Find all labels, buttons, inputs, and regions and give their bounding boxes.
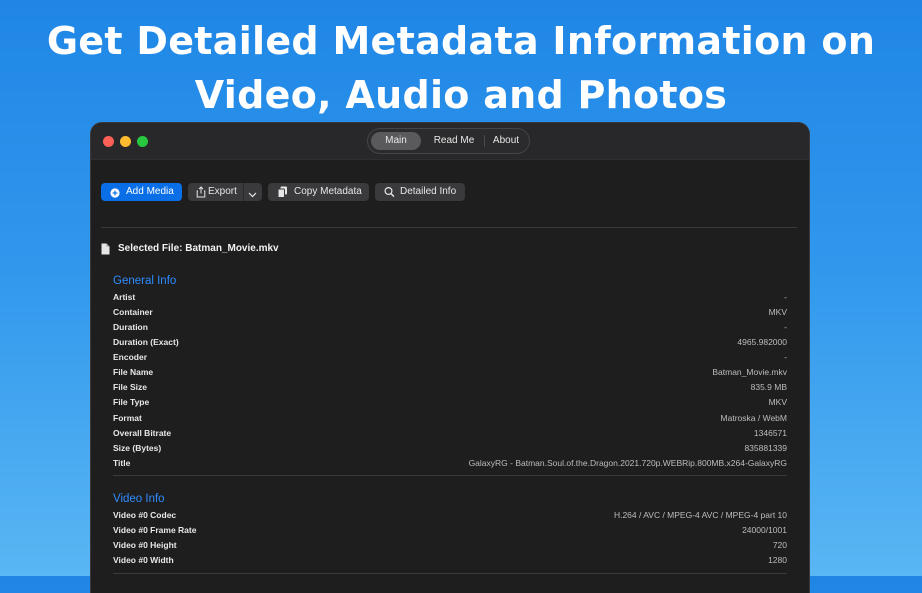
- magnifying-glass-icon: [384, 186, 395, 205]
- table-row: Duration -: [113, 320, 787, 335]
- row-key: Format: [113, 413, 142, 423]
- table-row: Format Matroska / WebM: [113, 411, 787, 426]
- export-divider: [243, 183, 244, 201]
- row-key: File Name: [113, 367, 154, 377]
- table-row: Video #0 Frame Rate 24000/1001: [113, 523, 787, 538]
- table-row: Title GalaxyRG - Batman.Soul.of.the.Drago…: [113, 456, 787, 471]
- row-key: Duration: [113, 322, 148, 332]
- row-value: Matroska / WebM: [720, 413, 787, 423]
- row-key: Video #0 Frame Rate: [113, 525, 197, 535]
- row-value: MKV: [768, 307, 787, 317]
- chevron-down-icon[interactable]: [248, 188, 257, 206]
- row-value: Batman_Movie.mkv: [712, 367, 787, 377]
- table-row: File Size 835.9 MB: [113, 380, 787, 395]
- table-row: Video #0 Codec H.264 / AVC / MPEG-4 AVC /…: [113, 508, 787, 523]
- table-row: File Name Batman_Movie.mkv: [113, 365, 787, 380]
- close-window-button[interactable]: [103, 136, 114, 147]
- tab-main[interactable]: Main: [371, 132, 421, 150]
- minimize-window-button[interactable]: [120, 136, 131, 147]
- row-key: Title: [113, 458, 131, 468]
- row-value: -: [784, 322, 787, 332]
- detailed-info-button[interactable]: Detailed Info: [375, 183, 465, 201]
- row-value: -: [784, 352, 787, 362]
- headline-line-2: Video, Audio and Photos: [194, 73, 728, 117]
- add-media-label: Add Media: [126, 186, 174, 197]
- copy-metadata-label: Copy Metadata: [294, 186, 362, 197]
- row-key: Video #0 Codec: [113, 510, 177, 520]
- selected-file-label: Selected File: Batman_Movie.mkv: [118, 243, 279, 254]
- row-key: File Type: [113, 397, 150, 407]
- row-key: Duration (Exact): [113, 337, 179, 347]
- row-key: Overall Bitrate: [113, 428, 172, 438]
- tab-read-me[interactable]: Read Me: [424, 132, 484, 150]
- copy-metadata-button[interactable]: Copy Metadata: [268, 183, 369, 201]
- table-row: Artist -: [113, 290, 787, 305]
- share-icon: [196, 186, 206, 205]
- row-value: H.264 / AVC / MPEG-4 AVC / MPEG-4 part 1…: [613, 510, 787, 520]
- copy-document-icon: [277, 186, 288, 205]
- row-key: Encoder: [113, 352, 148, 362]
- row-key: Size (Bytes): [113, 443, 162, 453]
- table-row: Encoder -: [113, 350, 787, 365]
- video-info-title: Video Info: [113, 493, 165, 505]
- view-tab-control: Main Read Me About: [367, 128, 530, 154]
- toolbar-separator: [101, 227, 797, 228]
- table-row: File Type MKV: [113, 395, 787, 410]
- export-label: Export: [208, 186, 237, 197]
- table-row: Video #0 Height 720: [113, 538, 787, 553]
- table-row: Container MKV: [113, 305, 787, 320]
- row-key: File Size: [113, 382, 148, 392]
- title-bar: Main Read Me About: [91, 123, 809, 160]
- row-key: Video #0 Height: [113, 540, 177, 550]
- row-value: 835.9 MB: [750, 382, 787, 392]
- export-button[interactable]: Export: [188, 183, 262, 201]
- add-media-button[interactable]: Add Media: [101, 183, 182, 201]
- row-value: 1346571: [753, 428, 787, 438]
- document-icon: [101, 242, 110, 258]
- row-key: Artist: [113, 292, 136, 302]
- row-value: MKV: [768, 397, 787, 407]
- headline-line-1: Get Detailed Metadata Information on: [46, 19, 876, 63]
- row-value: 4965.982000: [737, 337, 787, 347]
- row-value: -: [784, 292, 787, 302]
- row-value: 24000/1001: [742, 525, 787, 535]
- row-key: Container: [113, 307, 153, 317]
- zoom-window-button[interactable]: [137, 136, 148, 147]
- general-info-title: General Info: [113, 275, 177, 287]
- section-separator: [113, 475, 787, 476]
- row-value: GalaxyRG - Batman.Soul.of.the.Dragon.202…: [468, 458, 787, 468]
- promo-headline: Get Detailed Metadata Information on Vid…: [0, 14, 922, 122]
- table-row: Overall Bitrate 1346571: [113, 426, 787, 441]
- table-row: Size (Bytes) 835881339: [113, 441, 787, 456]
- section-separator: [113, 573, 787, 574]
- row-value: 1280: [768, 555, 787, 565]
- plus-circle-icon: [110, 187, 120, 205]
- tab-about[interactable]: About: [485, 132, 527, 150]
- row-value: 720: [772, 540, 787, 550]
- detailed-info-label: Detailed Info: [400, 186, 457, 197]
- row-key: Video #0 Width: [113, 555, 174, 565]
- app-window: Main Read Me About Add Media Export Copy…: [90, 122, 810, 593]
- table-row: Video #0 Width 1280: [113, 553, 787, 568]
- table-row: Duration (Exact) 4965.982000: [113, 335, 787, 350]
- row-value: 835881339: [744, 443, 787, 453]
